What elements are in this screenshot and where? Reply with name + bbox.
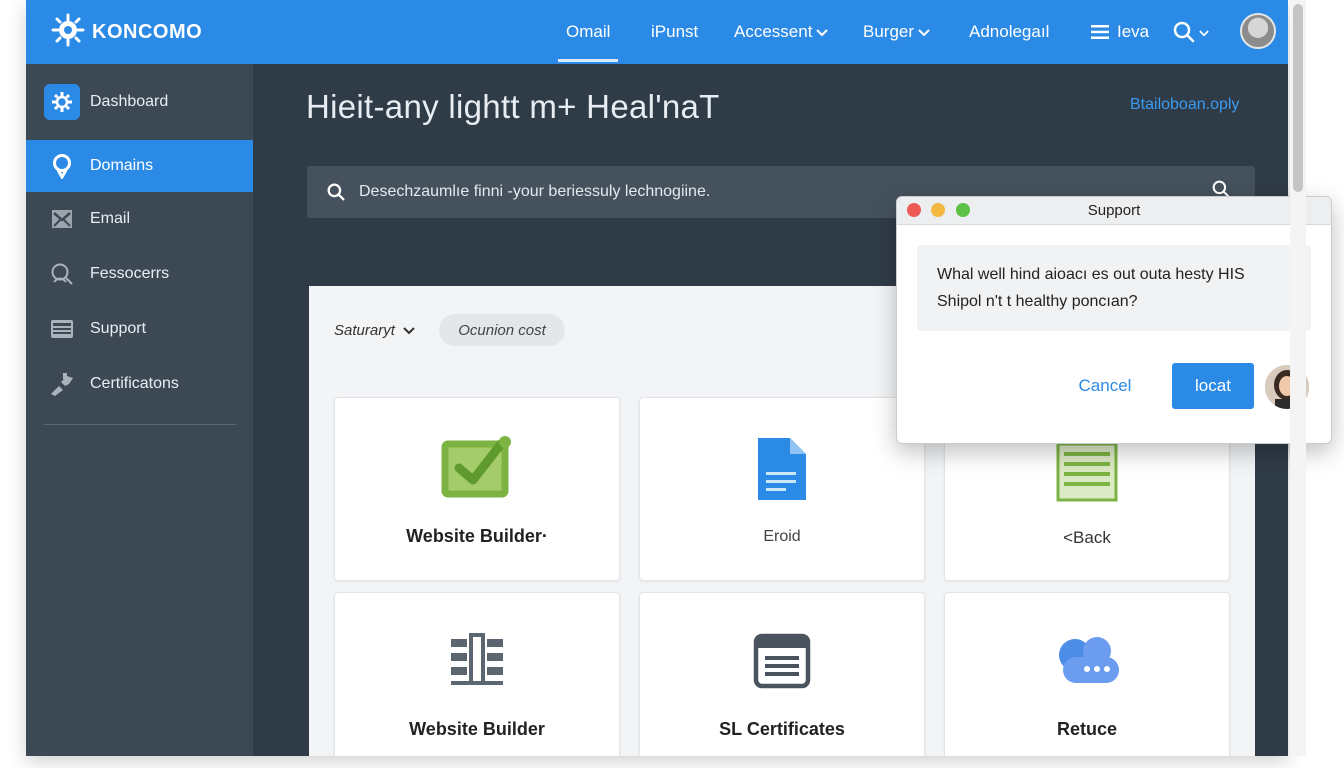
chevron-down-icon [1199,22,1209,42]
search-icon [327,183,345,201]
nav-item-omail[interactable]: Omail [557,0,619,64]
page-title: Hieit-any lightt m+ Heal'naT [306,88,720,125]
calendar-icon [640,631,924,689]
brand-name: KONCOMO [92,20,203,43]
nav-item-label: Ieva [1117,22,1150,41]
card-label: Eroid [763,528,801,545]
dialog-message: Whal well hind aioacı es out outa hesty … [917,245,1311,331]
chevron-down-icon [403,326,415,335]
service-card-eroid[interactable]: Eroid [639,397,925,581]
sidebar-item-domains[interactable]: Domains [26,140,253,192]
mail-icon [44,201,80,237]
user-avatar[interactable] [1240,13,1276,49]
nav-item-adnolegail[interactable]: Adnolegaıl [969,0,1049,64]
service-card-website-builder-2[interactable]: Website Builder [334,592,620,756]
pin-icon [44,148,80,184]
nav-item-label: Accessent [734,22,813,41]
sidebar-item-support[interactable]: Support [26,303,253,355]
card-label: Website Builder [409,719,545,739]
support-dialog: Support Whal well hind aioacı es out out… [896,196,1332,444]
nav-item-menu[interactable]: Ieva [1091,0,1149,64]
chevron-down-icon [918,22,930,42]
nav-item-ipunst[interactable]: iPunst [651,0,698,64]
search-placeholder: Desechzaumlıe finni -your beriessuly lec… [359,183,711,200]
brand-logo[interactable]: KONCOMO [50,10,202,54]
chat-cloud-icon [945,633,1229,685]
dialog-title-bar: Support [897,197,1331,225]
nav-item-accessent[interactable]: Accessent [734,0,829,64]
sidebar-item-label: Certificatons [90,375,179,392]
nav-item-label: iPunst [651,22,699,41]
card-label: Retuce [1056,719,1118,739]
splash-logo-icon [50,12,86,53]
top-navigation-bar: KONCOMO Omail iPunst Accessent Burger Ad… [26,0,1288,64]
sidebar-divider [44,424,236,425]
sidebar-item-label: Dashboard [90,93,169,110]
checkbox-icon [335,434,619,498]
sort-select[interactable]: Saturaryt [334,322,415,339]
cancel-button[interactable]: Cancel [1069,363,1141,409]
dialog-title: Support [1087,202,1141,219]
sidebar-item-dashboard[interactable]: Dashboard [26,76,253,128]
search-icon [1173,21,1195,43]
vertical-scrollbar[interactable] [1290,0,1306,756]
sort-select-label: Saturaryt [334,322,395,339]
hamburger-menu-icon [1091,25,1109,39]
nav-item-burger[interactable]: Burger [863,0,930,64]
card-label: <Back [1063,528,1111,547]
sidebar-item-label: Domains [90,157,154,174]
card-label: SL Certificates [719,719,845,739]
tools-icon [44,366,80,402]
person-search-icon [44,256,80,292]
service-card-website-builder[interactable]: Website Builder· [334,397,620,581]
sidebar-item-label: Fessocerrs [90,265,170,282]
sidebar-item-label: Email [90,210,131,227]
sidebar-item-certificatons[interactable]: Certificatons [26,358,253,410]
sidebar-item-label: Support [90,320,147,337]
service-card-retuce[interactable]: Retuce [944,592,1230,756]
columns-icon [335,631,619,687]
sidebar-item-fessocerrs[interactable]: Fessocerrs [26,248,253,300]
nav-item-label: Omail [566,22,611,41]
service-card-sl-certificates[interactable]: SL Certificates [639,592,925,756]
server-icon [44,311,80,347]
scrollbar-thumb[interactable] [1293,4,1303,192]
nav-item-label: Burger [863,22,915,41]
document-icon [640,436,924,502]
search-menu-button[interactable] [1173,0,1209,64]
ledger-icon [945,442,1229,502]
gear-icon [44,84,80,120]
sidebar: Dashboard Domains Email Fessocerrs Suppo… [26,64,253,756]
chevron-down-icon [816,22,829,42]
sidebar-item-email[interactable]: Email [26,193,253,245]
top-right-link[interactable]: Btailoboan.oply [1130,96,1239,114]
confirm-button[interactable]: locat [1172,363,1254,409]
filter-chip[interactable]: Ocunion cost [439,314,565,346]
nav-item-label: Adnolegaıl [969,22,1050,41]
card-label: Website Builder· [406,526,548,546]
